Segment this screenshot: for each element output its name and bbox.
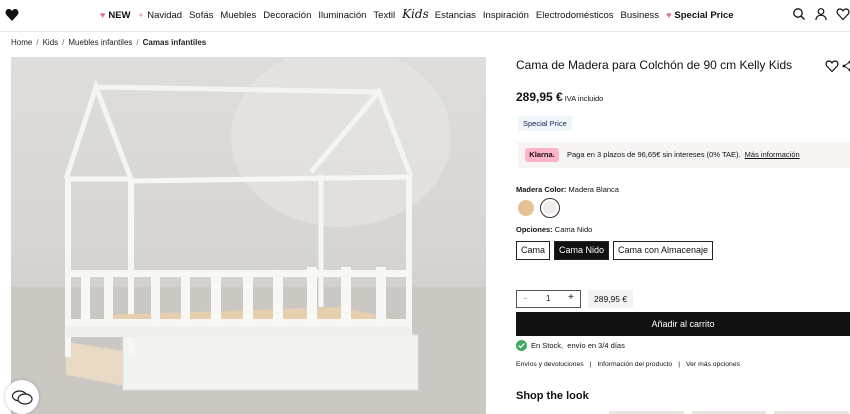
klarna-more-info-link[interactable]: Más información [745,150,800,159]
link-product-info[interactable]: Información del producto [597,361,672,368]
check-circle-icon [516,340,527,351]
quantity-total-price: 289,95 € [588,290,634,308]
quantity-increase-button[interactable]: + [568,292,574,303]
breadcrumb-home[interactable]: Home [11,38,32,47]
nav-item-estancias[interactable]: Estancias [435,10,476,21]
nav-label: NEW [108,9,131,21]
nav-item-kids-logo[interactable]: Kids [402,7,429,21]
heart-icon: ♥ [666,10,672,20]
nav-item-decoracion[interactable]: Decoración [263,10,311,21]
nav-label: Special Price [674,9,734,21]
share-icon[interactable] [842,60,850,72]
breadcrumb-muebles-infantiles[interactable]: Muebles infantiles [68,38,132,47]
klarna-text: Paga en 3 plazos de 96,65€ sin intereses… [567,150,800,159]
quantity-value[interactable]: 1 [546,294,550,303]
swatch-white-wood-selected[interactable] [540,198,560,218]
header-icons [792,7,850,21]
nav-item-muebles[interactable]: Muebles [220,10,256,21]
add-to-cart-button[interactable]: Añadir al carrito [516,312,850,336]
option-cama-nido[interactable]: Cama Nido [554,241,610,260]
breadcrumb-separator: / [136,38,139,47]
stock-status: En Stock, envío en 3/4 días [516,340,625,351]
star-icon: ✦ [137,10,145,20]
chat-bubbles-icon [11,390,33,405]
shop-the-look-heading: Shop the look [516,390,589,402]
search-icon[interactable] [792,7,806,21]
wishlist-heart-icon[interactable] [836,7,850,21]
klarna-installments: Paga en 3 plazos de 96,65€ sin intereses… [567,150,741,159]
nav-item-new[interactable]: ♥ NEW [100,10,131,21]
nav-item-iluminacion[interactable]: Iluminación [318,10,366,21]
options-label-value: Cama Nido [554,225,593,234]
favorite-heart-icon[interactable] [825,59,839,73]
link-shipping-returns[interactable]: Envíos y devoluciones [516,361,584,368]
user-icon[interactable] [814,7,828,21]
swatch-natural-wood[interactable] [518,200,534,216]
link-separator: | [589,361,592,368]
quantity-stepper: − 1 + [516,290,581,308]
breadcrumb-camas-infantiles[interactable]: Camas infantiles [143,38,207,47]
stock-label: En Stock, [531,341,564,350]
nav-item-special-price[interactable]: ♥ Special Price [666,10,734,21]
link-more-options[interactable]: Ver más opciones [686,361,740,368]
breadcrumb: Home / Kids / Muebles infantiles / Camas infan… [11,38,206,47]
option-cama-con-almacenaje[interactable]: Cama con Almacenaje [613,241,714,260]
klarna-banner: Klarna. Paga en 3 plazos de 96,65€ sin i… [518,142,850,168]
color-label: Madera Color: Madera Blanca [516,185,619,194]
heart-icon: ♥ [100,10,106,20]
options-label: Opciones: Cama Nido [516,225,592,234]
color-label-key: Madera Color: [516,185,567,194]
link-separator: | [678,361,680,368]
quantity-decrease-button[interactable]: − [523,294,528,303]
nav-item-electrodomesticos[interactable]: Electrodomésticos [536,10,614,21]
product-title: Cama de Madera para Colchón de 90 cm Kel… [516,58,793,72]
nav-label: Navidad [147,9,183,21]
nav-item-sofas[interactable]: Sofás [189,10,213,21]
main-nav: ♥ NEW ✦ Navidad Sofás Muebles Decoración I… [100,7,741,21]
product-image[interactable] [11,57,486,414]
delivery-time: envío en 3/4 días [567,341,625,350]
price-tax-note: IVA incluido [564,94,604,103]
brand-heart-logo[interactable] [5,8,19,22]
option-cama[interactable]: Cama [516,241,551,260]
bed-illustration [11,57,486,414]
chat-button[interactable] [5,380,39,414]
breadcrumb-kids[interactable]: Kids [43,38,59,47]
klarna-logo: Klarna. [525,148,559,162]
product-links: Envíos y devoluciones | Información del pr… [516,361,740,368]
site-header: ♥ NEW ✦ Navidad Sofás Muebles Decoración I… [0,0,850,32]
options-label-key: Opciones: [516,225,553,234]
breadcrumb-separator: / [36,38,39,47]
breadcrumb-separator: / [62,38,65,47]
nav-item-business[interactable]: Business [621,10,660,21]
nav-item-navidad[interactable]: ✦ Navidad [138,10,183,21]
nav-item-inspiracion[interactable]: Inspiración [483,10,529,21]
product-price: 289,95 € IVA incluido [516,90,603,104]
special-price-badge: Special Price [518,116,572,131]
price-value: 289,95 € [516,90,563,104]
color-label-value: Madera Blanca [568,185,619,194]
nav-item-textil[interactable]: Textil [373,10,395,21]
